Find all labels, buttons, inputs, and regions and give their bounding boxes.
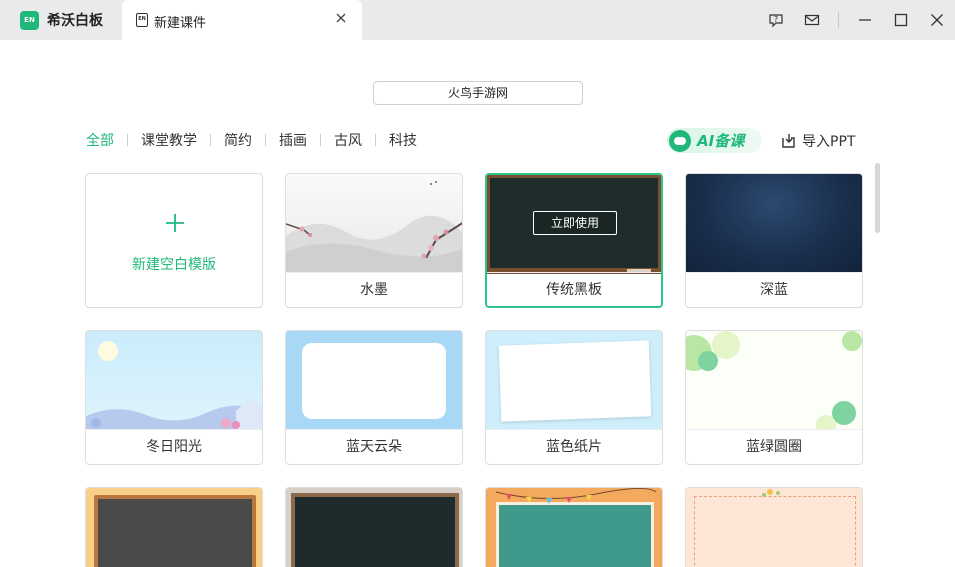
new-blank-template-card[interactable]: 新建空白模版 — [85, 173, 263, 308]
template-label: 蓝绿圆圈 — [686, 429, 862, 464]
help-icon[interactable]: ? — [768, 12, 784, 28]
tab-label: 新建课件 — [154, 16, 207, 31]
template-label: 蓝天云朵 — [286, 429, 462, 464]
app-name: 希沃白板 — [47, 13, 103, 29]
category-classical[interactable]: 古风 — [334, 130, 362, 150]
mail-icon[interactable] — [804, 12, 820, 28]
template-card-row3-2[interactable] — [285, 487, 463, 567]
scrollbar[interactable] — [875, 163, 880, 233]
category-bar: 全部 课堂教学 简约 插画 古风 科技 — [86, 130, 417, 150]
template-thumbnail: 立即使用 — [487, 175, 661, 274]
template-card-blackboard[interactable]: 立即使用 传统黑板 — [485, 173, 663, 308]
template-label: 冬日阳光 — [86, 429, 262, 464]
template-thumbnail — [486, 488, 662, 567]
template-thumbnail — [286, 174, 462, 273]
import-icon — [782, 134, 795, 148]
category-illustration[interactable]: 插画 — [279, 130, 307, 150]
document-icon: EN — [136, 13, 148, 27]
ai-prepare-button[interactable]: AI备课 — [667, 128, 762, 153]
close-icon[interactable] — [334, 11, 348, 25]
divider — [320, 134, 321, 146]
template-label: 传统黑板 — [487, 272, 661, 306]
divider — [265, 134, 266, 146]
window-close-icon[interactable] — [929, 12, 945, 28]
category-classroom[interactable]: 课堂教学 — [141, 130, 197, 150]
template-thumbnail — [86, 331, 262, 430]
template-thumbnail — [686, 174, 862, 273]
chat-bubble-icon — [669, 129, 691, 152]
use-now-button[interactable]: 立即使用 — [533, 211, 617, 235]
plus-icon — [166, 214, 184, 232]
template-card-winter-sun[interactable]: 冬日阳光 — [85, 330, 263, 465]
tab-new-courseware[interactable]: EN 新建课件 — [122, 0, 362, 40]
template-label: 蓝色纸片 — [486, 429, 662, 464]
template-thumbnail — [286, 331, 462, 430]
template-thumbnail — [686, 488, 862, 567]
category-all[interactable]: 全部 — [86, 130, 114, 150]
divider — [127, 134, 128, 146]
app-brand[interactable]: EN 希沃白板 — [20, 10, 103, 30]
category-simple[interactable]: 简约 — [224, 130, 252, 150]
minimize-icon[interactable] — [857, 12, 873, 28]
template-thumbnail — [86, 488, 262, 567]
svg-text:?: ? — [774, 15, 778, 24]
template-card-row3-4[interactable] — [685, 487, 863, 567]
template-card-green-circles[interactable]: 蓝绿圆圈 — [685, 330, 863, 465]
template-card-blue-sky[interactable]: 蓝天云朵 — [285, 330, 463, 465]
template-thumbnail — [486, 331, 662, 430]
template-card-blue-paper[interactable]: 蓝色纸片 — [485, 330, 663, 465]
template-thumbnail — [686, 331, 862, 430]
template-card-row3-3[interactable] — [485, 487, 663, 567]
title-bar: EN 希沃白板 EN 新建课件 ? — [0, 0, 955, 40]
template-label: 深蓝 — [686, 272, 862, 307]
import-ppt-label: 导入PPT — [802, 134, 856, 150]
template-card-row3-1[interactable] — [85, 487, 263, 567]
template-label: 水墨 — [286, 272, 462, 307]
ai-prepare-label: AI备课 — [697, 132, 745, 150]
new-template-label: 新建空白模版 — [132, 257, 216, 273]
maximize-icon[interactable] — [893, 12, 909, 28]
divider — [375, 134, 376, 146]
category-tech[interactable]: 科技 — [389, 130, 417, 150]
divider — [838, 12, 839, 28]
import-ppt-button[interactable]: 导入PPT — [780, 131, 855, 151]
app-logo-icon: EN — [20, 10, 39, 30]
template-thumbnail — [286, 488, 462, 567]
divider — [210, 134, 211, 146]
template-card-deep-blue[interactable]: 深蓝 — [685, 173, 863, 308]
template-card-ink[interactable]: 水墨 — [285, 173, 463, 308]
search-input[interactable]: 火鸟手游网 — [373, 81, 583, 105]
